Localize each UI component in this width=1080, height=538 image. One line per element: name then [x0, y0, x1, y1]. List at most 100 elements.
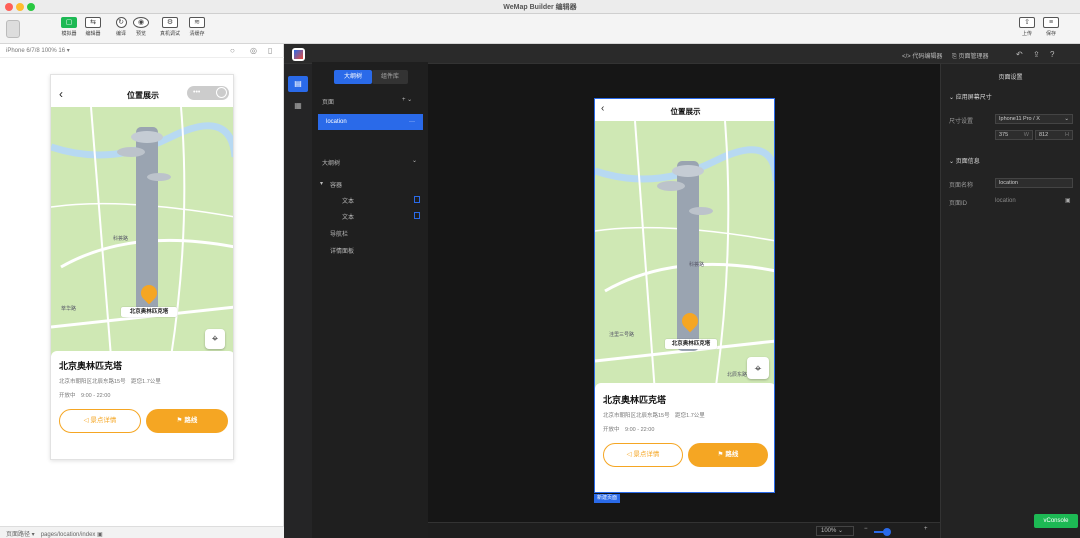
- editor-topbar: </> 代码编辑器 ⎘ 页面管理器 ↶ ⇪ ?: [284, 44, 1080, 64]
- more-icon[interactable]: ···: [409, 119, 415, 125]
- canvas-phone[interactable]: ‹ 位置展示 科荟路 洼里三号路 北辰东路 北京奥林匹克塔 ⌖ 北京奥林匹克塔 …: [594, 98, 775, 493]
- design-canvas: ‹ 位置展示 科荟路 洼里三号路 北辰东路 北京奥林匹克塔 ⌖ 北京奥林匹克塔 …: [428, 64, 940, 522]
- map-label: 科荟路: [113, 236, 129, 242]
- route-button-label: 路线: [725, 451, 739, 458]
- close-capsule-icon[interactable]: [216, 87, 227, 98]
- save-button[interactable]: ≡ 保存: [1038, 17, 1064, 41]
- menu-icon: ≡: [1043, 17, 1059, 28]
- locate-me-button[interactable]: ⌖: [205, 329, 225, 349]
- device-select[interactable]: iPhone 6/7/8 100% 16 ▾: [6, 48, 70, 54]
- locate-me-button[interactable]: ⌖: [747, 357, 769, 379]
- open-status: 开放中: [603, 427, 620, 433]
- map-view[interactable]: 科荟路 萃华路 北京奥林匹克塔 ⌖: [51, 107, 233, 357]
- app-logo: [292, 48, 305, 61]
- tree-item[interactable]: 详情面板: [330, 246, 354, 255]
- debug-button[interactable]: ⚙ 真机调试: [157, 17, 183, 41]
- simulator-button[interactable]: ▢ 模拟器: [56, 17, 82, 41]
- page-name-input[interactable]: location: [995, 178, 1073, 188]
- zoom-in-icon[interactable]: +: [924, 526, 928, 532]
- outline-tab-icon[interactable]: ▤: [288, 76, 308, 92]
- detail-button[interactable]: ◁ 景点详情: [603, 443, 683, 467]
- canvas-map-view[interactable]: 科荟路 洼里三号路 北辰东路 北京奥林匹克塔 ⌖: [595, 121, 774, 393]
- tree-toggle-icon[interactable]: ▾: [320, 180, 323, 187]
- hours-text: 9:00 - 22:00: [81, 393, 111, 399]
- code-icon: </>: [902, 54, 913, 60]
- zoom-select[interactable]: 100% ⌄: [816, 526, 854, 536]
- clear-cache-button[interactable]: ≋ 清缓存: [184, 17, 210, 41]
- tree-item[interactable]: 容器: [330, 180, 342, 189]
- size-select[interactable]: Iphone11 Pro / X ⌄: [995, 114, 1073, 124]
- page-path-label[interactable]: 页面路径 ▾: [6, 532, 35, 538]
- pages-heading: 页面: [322, 100, 335, 106]
- undo-icon[interactable]: ↶: [1016, 50, 1023, 59]
- capsule-menu[interactable]: •••: [187, 86, 229, 100]
- main-toolbar: ▢ 模拟器 ⇆ 编辑器 ↻ 编译 ◉ 预览 ⚙ 真机调试 ≋ 清缓存 ⇧ 上传 ≡ 保存: [0, 14, 1080, 44]
- editor-button[interactable]: ⇆ 编辑器: [80, 17, 106, 41]
- help-icon[interactable]: ?: [1050, 50, 1054, 59]
- size-label: 尺寸设置: [949, 119, 974, 125]
- distance-text: 距您1.7公里: [131, 379, 161, 385]
- swap-icon: ⇆: [85, 17, 101, 28]
- map-roads: [51, 107, 233, 357]
- code-editor-button[interactable]: </> 代码编辑器: [902, 51, 942, 60]
- page-path: pages/location/index: [40, 532, 96, 538]
- place-address: 北京市朝阳区北辰东路15号 距您1.7公里: [603, 411, 705, 419]
- tree-item[interactable]: 文本: [342, 212, 354, 221]
- width-value: 375: [999, 132, 1009, 138]
- tree-item[interactable]: 文本: [342, 196, 354, 205]
- collapse-icon[interactable]: ⌄: [412, 157, 417, 164]
- page-item-location[interactable]: location ···: [318, 114, 423, 130]
- route-button[interactable]: ⚑ 路线: [146, 409, 228, 433]
- tree-item[interactable]: 导航栏: [330, 229, 348, 238]
- section-screen-size[interactable]: ⌄ 应用屏幕尺寸: [949, 92, 992, 101]
- route-button-label: 路线: [184, 417, 198, 424]
- eye-icon: ◉: [133, 17, 149, 28]
- address-text: 北京市朝阳区北辰东路15号: [59, 379, 126, 385]
- detail-button-label: 景点详情: [633, 451, 660, 458]
- place-name: 北京奥林匹克塔: [603, 395, 667, 405]
- outline-heading: 大纲树: [322, 161, 341, 167]
- component-tab-icon[interactable]: ▦: [288, 98, 308, 114]
- page-item-label: location: [326, 119, 347, 125]
- simulator-panel: iPhone 6/7/8 100% 16 ▾ ○ ◎ ▯ ‹ 位置展示 •••: [0, 44, 284, 526]
- tab-components[interactable]: 组件库: [372, 70, 408, 84]
- preview-button[interactable]: ◉ 预览: [128, 17, 154, 41]
- vconsole-button[interactable]: vConsole: [1034, 514, 1078, 528]
- copy-icon[interactable]: ▣: [97, 532, 103, 538]
- route-button[interactable]: ⚑ 路线: [688, 443, 768, 467]
- upload-button[interactable]: ⇧ 上传: [1014, 17, 1040, 41]
- map-label: 萃华路: [61, 306, 77, 312]
- visibility-icon[interactable]: [414, 212, 420, 219]
- pin-label: 北京奥林匹克塔: [665, 339, 717, 349]
- avatar[interactable]: [6, 20, 20, 38]
- device-icon[interactable]: ▯: [268, 46, 272, 55]
- width-input[interactable]: 375 W: [995, 130, 1033, 140]
- share-icon[interactable]: ⇪: [1033, 50, 1040, 59]
- map-label: 北辰东路: [727, 372, 748, 378]
- section-page-info[interactable]: ⌄ 页面信息: [949, 156, 980, 165]
- visibility-icon[interactable]: [414, 196, 420, 203]
- record-icon[interactable]: ◎: [250, 46, 257, 55]
- detail-button[interactable]: ◁ 景点详情: [59, 409, 141, 433]
- layers-icon: ≋: [189, 17, 205, 28]
- distance-text: 距您1.7公里: [675, 413, 705, 419]
- phone-navbar: ‹ 位置展示 •••: [51, 75, 233, 107]
- pin-label: 北京奥林匹克塔: [121, 307, 177, 317]
- zoom-value: 100%: [821, 528, 837, 534]
- map-roads: [595, 121, 774, 393]
- detail-button-label: 景点详情: [90, 417, 117, 424]
- crosshair-icon: ⌖: [754, 361, 762, 375]
- rotate-icon[interactable]: ○: [230, 46, 235, 55]
- open-hours: 开放中 9:00 - 22:00: [59, 391, 110, 399]
- map-label: 科荟路: [689, 262, 705, 268]
- zoom-slider-handle[interactable]: [883, 528, 891, 536]
- height-input[interactable]: 812 H: [1035, 130, 1073, 140]
- phone-icon: ▢: [61, 17, 77, 28]
- copy-icon[interactable]: ▣: [1065, 197, 1071, 204]
- tab-outline[interactable]: 大纲树: [334, 70, 372, 84]
- place-name: 北京奥林匹克塔: [59, 361, 123, 371]
- map-label: 洼里三号路: [609, 332, 635, 338]
- page-manager-button[interactable]: ⎘ 页面管理器: [952, 51, 988, 61]
- zoom-out-icon[interactable]: −: [864, 526, 868, 532]
- add-page-icon[interactable]: + ⌄: [402, 96, 412, 103]
